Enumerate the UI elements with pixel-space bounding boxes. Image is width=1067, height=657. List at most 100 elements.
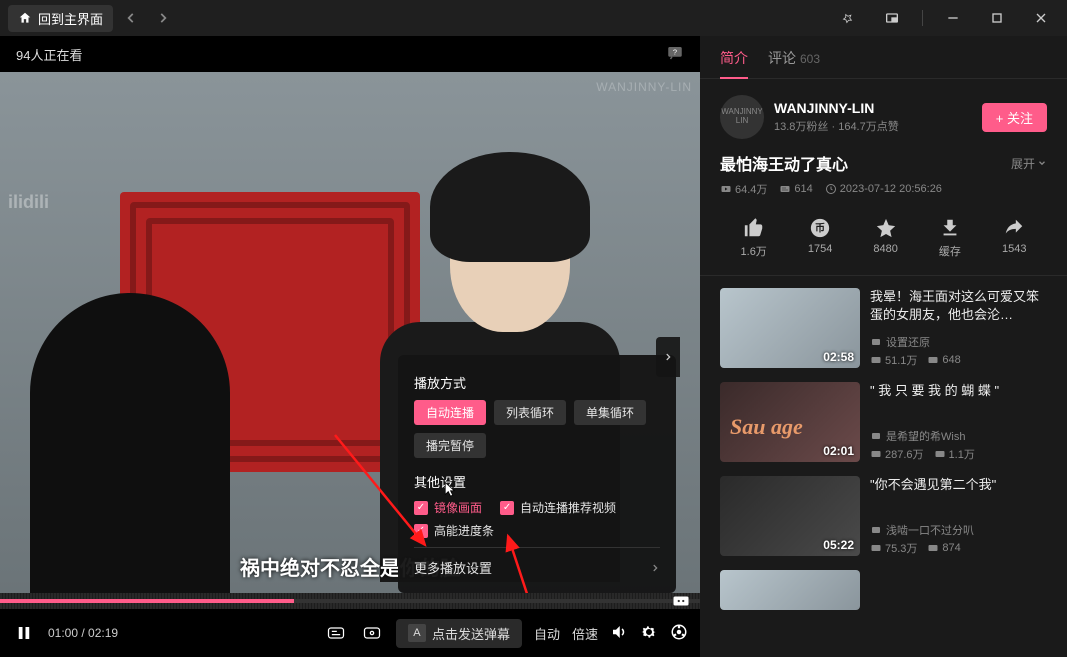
time-display: 01:00 / 02:19 (48, 626, 118, 640)
action-cache-label: 缓存 (939, 243, 961, 259)
checkbox-autonext[interactable]: ✓自动连播推荐视频 (500, 499, 616, 516)
separator (922, 10, 923, 26)
chevron-right-icon (156, 11, 170, 25)
danmaku-settings-icon (362, 623, 382, 643)
rec-uploader: 是希望的希Wish (870, 428, 1047, 444)
action-fav[interactable]: 8480 (873, 217, 897, 259)
tab-comments[interactable]: 评论603 (768, 48, 820, 78)
rec-title: " 我 只 要 我 的 蝴 蝶 " (870, 382, 1047, 400)
pin-icon (840, 10, 856, 26)
uploader-stats: 13.8万粉丝 · 164.7万点赞 (774, 118, 972, 134)
rec-stats: 287.6万1.1万 (870, 446, 1047, 462)
mode-listloop[interactable]: 列表循环 (494, 400, 566, 425)
rec-stats: 51.1万648 (870, 352, 1047, 368)
home-icon (18, 11, 32, 25)
mini-button[interactable] (874, 4, 910, 32)
maximize-button[interactable] (979, 4, 1015, 32)
home-button[interactable]: 回到主界面 (8, 5, 113, 32)
minimize-button[interactable] (935, 4, 971, 32)
rec-title: "你不会遇见第二个我" (870, 476, 1047, 494)
sidebar-tabs: 简介 评论603 (700, 36, 1067, 79)
share-icon (1003, 217, 1025, 239)
rec-duration: 05:22 (823, 538, 854, 552)
danmaku-toggle[interactable] (324, 621, 348, 645)
sidebar: 简介 评论603 WANJINNYLIN WANJINNY-LIN 13.8万粉… (700, 36, 1067, 657)
checkbox-mirror-label: 镜像画面 (434, 499, 482, 516)
rec-thumbnail (720, 570, 860, 610)
nav-forward[interactable] (149, 4, 177, 32)
svg-text:币: 币 (815, 223, 825, 235)
danmaku-input[interactable]: A 点击发送弹幕 (396, 619, 522, 648)
danmaku-settings[interactable] (360, 621, 384, 645)
player-controls: 01:00 / 02:19 A 点击发送弹幕 自动 倍速 (0, 609, 700, 657)
volume-icon (610, 623, 628, 641)
rec-item[interactable]: 05:22 "你不会遇见第二个我" 浅啮一口不过分叭 75.3万874 (720, 476, 1047, 556)
video-title-row: 最怕海王动了真心 展开 (700, 151, 1067, 175)
player-viewport[interactable]: WANJINNY-LIN ilibili 祸中绝对不忍全是你的脸 播放方式 自动… (0, 72, 700, 593)
settings-button[interactable] (640, 623, 658, 644)
rec-uploader: 设置还原 (870, 334, 1047, 350)
pin-button[interactable] (830, 4, 866, 32)
viewer-count: 94人正在看 (16, 45, 82, 64)
video-title: 最怕海王动了真心 (720, 151, 848, 175)
meta-date: 2023-07-12 20:56:26 (825, 183, 942, 195)
checkbox-autonext-label: 自动连播推荐视频 (520, 499, 616, 516)
expand-button[interactable]: 展开 (1011, 155, 1047, 172)
action-like[interactable]: 1.6万 (741, 217, 767, 259)
rec-item[interactable]: Sau age02:01 " 我 只 要 我 的 蝴 蝶 " 是希望的希Wish… (720, 382, 1047, 462)
checkbox-row-2: ✓ 高能进度条 (414, 522, 660, 539)
collapse-toggle[interactable] (656, 337, 680, 377)
more-settings[interactable]: 更多播放设置 (414, 547, 660, 587)
uploader-section: WANJINNYLIN WANJINNY-LIN 13.8万粉丝 · 164.7… (700, 79, 1067, 151)
meta-danmaku: 614 (779, 183, 812, 195)
close-button[interactable] (1023, 4, 1059, 32)
quality-button[interactable]: 自动 (534, 624, 560, 643)
checkbox-hdprogress[interactable]: ✓ 高能进度条 (414, 522, 494, 539)
progress-bar[interactable] (0, 593, 700, 609)
titlebar-left: 回到主界面 (8, 4, 177, 32)
rec-duration: 02:58 (823, 350, 854, 364)
watermark-uploader: WANJINNY-LIN (596, 80, 692, 94)
mode-autoplay[interactable]: 自动连播 (414, 400, 486, 425)
close-icon (1033, 10, 1049, 26)
pause-button[interactable] (12, 621, 36, 645)
danmaku-icon (326, 623, 346, 643)
star-icon (875, 217, 897, 239)
follow-button[interactable]: + 关注 (982, 103, 1047, 132)
pip-button[interactable] (670, 623, 688, 644)
titlebar: 回到主界面 (0, 0, 1067, 36)
volume-button[interactable] (610, 623, 628, 644)
mode-pauseafter[interactable]: 播完暂停 (414, 433, 486, 458)
danmaku-placeholder: 点击发送弹幕 (432, 624, 510, 643)
speed-button[interactable]: 倍速 (572, 624, 598, 643)
rec-duration: 02:01 (823, 444, 854, 458)
main: 94人正在看 ? WANJINNY-LIN ilibili 祸中绝对不忍全是你的… (0, 36, 1067, 657)
avatar[interactable]: WANJINNYLIN (720, 95, 764, 139)
recommendation-list[interactable]: 02:58 我晕！海王面对这么可爱又笨蛋的女朋友，他也会沦… 设置还原 51.1… (700, 276, 1067, 657)
maximize-icon (989, 10, 1005, 26)
nav-back[interactable] (117, 4, 145, 32)
svg-text:?: ? (673, 47, 677, 56)
action-coin[interactable]: 币1754 (808, 217, 832, 259)
action-cache[interactable]: 缓存 (939, 217, 961, 259)
checkbox-mirror[interactable]: ✓镜像画面 (414, 499, 482, 516)
video-area: 94人正在看 ? WANJINNY-LIN ilibili 祸中绝对不忍全是你的… (0, 36, 700, 657)
rec-stats: 75.3万874 (870, 540, 1047, 556)
player-topbar: 94人正在看 ? (0, 36, 700, 72)
tab-intro[interactable]: 简介 (720, 48, 748, 78)
playmode-title: 播放方式 (414, 373, 660, 392)
checkmark-icon: ✓ (414, 524, 428, 538)
mode-singleloop[interactable]: 单集循环 (574, 400, 646, 425)
action-share[interactable]: 1543 (1002, 217, 1026, 259)
chevron-right-icon (663, 350, 673, 364)
chevron-left-icon (124, 11, 138, 25)
checkbox-hdprogress-label: 高能进度条 (434, 522, 494, 539)
rec-item[interactable] (720, 570, 1047, 610)
more-settings-label: 更多播放设置 (414, 558, 492, 577)
rec-item[interactable]: 02:58 我晕！海王面对这么可爱又笨蛋的女朋友，他也会沦… 设置还原 51.1… (720, 288, 1047, 368)
feedback-icon[interactable]: ? (666, 44, 684, 65)
uploader-info: WANJINNY-LIN 13.8万粉丝 · 164.7万点赞 (774, 100, 972, 134)
uploader-name[interactable]: WANJINNY-LIN (774, 100, 972, 116)
radiation-icon (670, 623, 688, 641)
action-share-count: 1543 (1002, 243, 1026, 255)
